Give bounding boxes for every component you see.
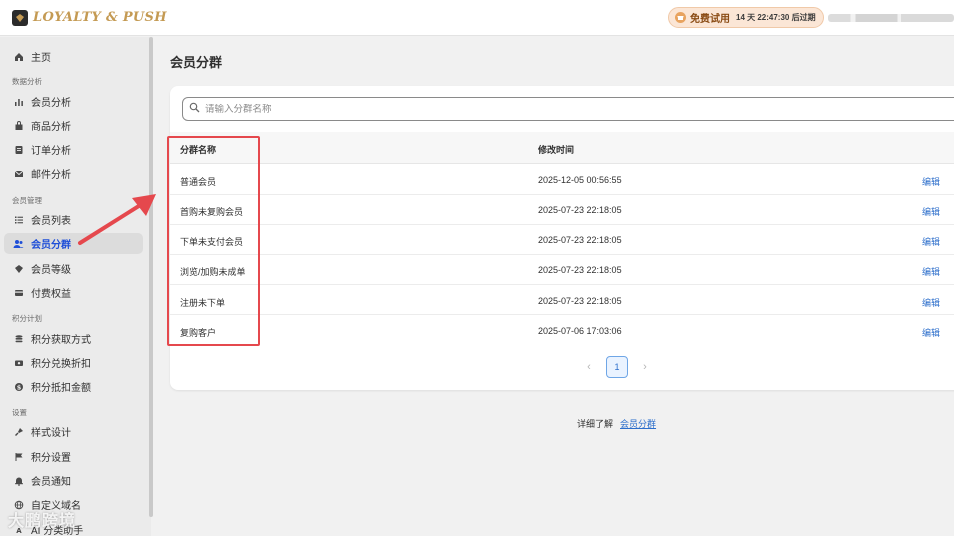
edit-link[interactable]: 编辑: [922, 296, 940, 309]
list-icon: [13, 214, 24, 225]
trial-countdown: 14 天 22:47:30 后过期: [736, 13, 816, 22]
sidebar-item-label: 会员等级: [31, 265, 71, 276]
sidebar-item-label: 积分获取方式: [31, 335, 91, 346]
sidebar-item-order-analytics[interactable]: 订单分析: [4, 139, 143, 160]
svg-text:$: $: [16, 383, 21, 391]
card-icon: [13, 287, 24, 298]
sidebar-item-label: 商品分析: [31, 122, 71, 133]
trial-badge[interactable]: 免费试用 14 天 22:47:30 后过期: [668, 7, 824, 28]
sidebar-item-member-levels[interactable]: 会员等级: [4, 258, 143, 279]
learn-more-prefix: 详细了解: [577, 419, 614, 429]
learn-more-link[interactable]: 会员分群: [620, 419, 656, 429]
sidebar-section-analytics: 数据分析: [12, 77, 42, 86]
modified-time: 2025-07-06 17:03:06: [538, 326, 622, 336]
chevron-left-icon[interactable]: ‹: [582, 361, 596, 373]
search-icon: [189, 102, 200, 116]
watermark-text: 大鹏跨境: [8, 513, 77, 530]
sidebar-item-label: 会员列表: [31, 216, 71, 227]
paint-brush-icon: [13, 426, 24, 437]
bag-icon: [13, 120, 24, 131]
sidebar-item-product-analytics[interactable]: 商品分析: [4, 115, 143, 136]
pagination: ‹ 1 ›: [582, 356, 652, 378]
bar-chart-icon: [13, 96, 24, 107]
gift-icon: [675, 12, 686, 23]
edit-link[interactable]: 编辑: [922, 175, 940, 188]
document-icon: [13, 144, 24, 155]
sidebar-item-label: 邮件分析: [31, 170, 71, 181]
sidebar-item-home[interactable]: 主页: [4, 46, 143, 67]
home-icon: [13, 51, 24, 62]
edit-link[interactable]: 编辑: [922, 265, 940, 278]
app-logo[interactable]: LOYALTY & PUSH: [12, 9, 167, 26]
diamond-icon: [13, 263, 24, 274]
sidebar-section-members: 会员管理: [12, 196, 42, 205]
top-bar: LOYALTY & PUSH 免费试用 14 天 22:47:30 后过期: [0, 0, 954, 36]
sidebar-scrollbar[interactable]: [149, 37, 153, 517]
sidebar-section-settings: 设置: [12, 408, 27, 417]
modified-time: 2025-07-23 22:18:05: [538, 235, 622, 245]
sidebar-section-points: 积分计划: [12, 314, 42, 323]
diamond-logo-icon: [12, 9, 28, 26]
sidebar-item-label: 付费权益: [31, 289, 71, 300]
sidebar-item-member-analytics[interactable]: 会员分析: [4, 91, 143, 112]
sidebar-item-label: 样式设计: [31, 428, 71, 439]
sidebar-item-label: 会员通知: [31, 477, 71, 488]
discount-tag-icon: [13, 357, 24, 368]
sidebar-item-style-design[interactable]: 样式设计: [4, 421, 143, 442]
page-number-current[interactable]: 1: [606, 356, 628, 378]
sidebar-item-paid-benefits[interactable]: 付费权益: [4, 282, 143, 303]
dollar-coin-icon: $: [13, 381, 24, 392]
edit-link[interactable]: 编辑: [922, 235, 940, 248]
store-name-blurred: [828, 14, 954, 22]
sidebar-item-label: 积分设置: [31, 453, 71, 464]
sidebar-item-label: 主页: [31, 53, 51, 64]
modified-time: 2025-07-23 22:18:05: [538, 265, 622, 275]
sidebar-item-email-analytics[interactable]: 邮件分析: [4, 163, 143, 184]
trial-label: 免费试用: [690, 14, 730, 25]
search-field[interactable]: [182, 97, 954, 121]
bell-icon: [13, 475, 24, 486]
sidebar-item-points-offset[interactable]: $ 积分抵扣金额: [4, 376, 143, 397]
coins-stack-icon: [13, 333, 24, 344]
flag-icon: [13, 451, 24, 462]
edit-link[interactable]: 编辑: [922, 205, 940, 218]
modified-time: 2025-07-23 22:18:05: [538, 205, 622, 215]
column-header-modified-time[interactable]: 修改时间: [538, 143, 574, 156]
search-input[interactable]: [205, 103, 705, 115]
annotation-highlight-box: [167, 136, 260, 346]
learn-more: 详细了解 会员分群: [577, 417, 656, 430]
sidebar-item-member-notify[interactable]: 会员通知: [4, 470, 143, 491]
sidebar-item-label: 积分抵扣金额: [31, 383, 91, 394]
sidebar: 主页 数据分析 会员分析 商品分析 订单分析 邮件分析 会员管理 会员列表 会员…: [0, 37, 151, 536]
sidebar-item-points-settings[interactable]: 积分设置: [4, 446, 143, 467]
modified-time: 2025-07-23 22:18:05: [538, 296, 622, 306]
sidebar-item-label: 积分兑换折扣: [31, 359, 91, 370]
annotation-arrow-icon: [78, 194, 156, 245]
sidebar-item-points-earning[interactable]: 积分获取方式: [4, 328, 143, 349]
mail-icon: [13, 168, 24, 179]
logo-text: LOYALTY & PUSH: [33, 10, 167, 25]
chevron-right-icon[interactable]: ›: [638, 361, 652, 373]
sidebar-item-label: 订单分析: [31, 146, 71, 157]
edit-link[interactable]: 编辑: [922, 326, 940, 339]
users-icon: [13, 238, 24, 249]
sidebar-item-label: 会员分析: [31, 98, 71, 109]
sidebar-item-label: 会员分群: [31, 240, 71, 251]
page-title: 会员分群: [170, 55, 223, 70]
sidebar-item-points-redeem[interactable]: 积分兑换折扣: [4, 352, 143, 373]
modified-time: 2025-12-05 00:56:55: [538, 175, 622, 185]
